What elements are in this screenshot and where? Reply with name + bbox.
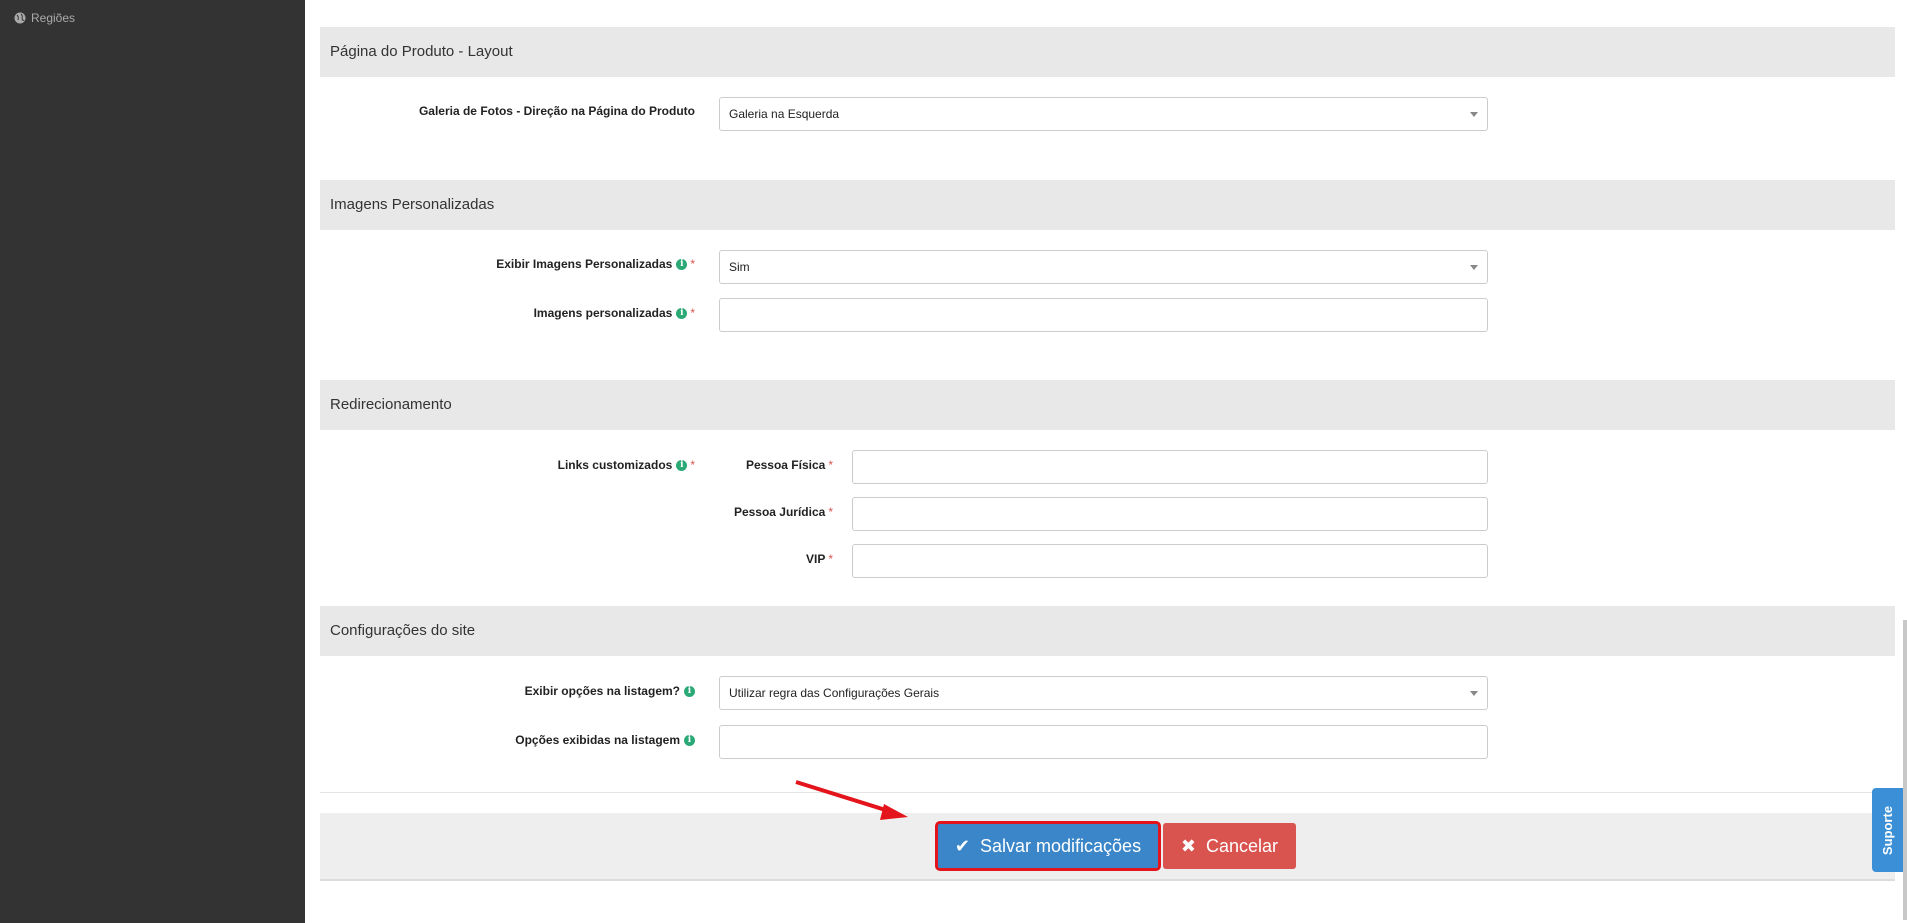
pessoa-juridica-label: Pessoa Jurídica * <box>715 504 833 520</box>
divider <box>320 792 1895 793</box>
show-custom-images-value: Sim <box>729 260 750 274</box>
section-header-product-layout: Página do Produto - Layout <box>320 27 1895 77</box>
required-asterisk: * <box>828 458 833 472</box>
show-custom-images-select[interactable]: Sim <box>719 250 1488 284</box>
info-icon[interactable]: i <box>676 307 688 319</box>
check-icon: ✔ <box>954 835 970 856</box>
options-shown-label: Opções exibidas na listagem i <box>320 732 695 748</box>
options-shown-label-text: Opções exibidas na listagem <box>515 733 680 747</box>
pessoa-juridica-input[interactable] <box>852 497 1488 531</box>
vip-input[interactable] <box>852 544 1488 578</box>
sidebar-item-regioes[interactable]: Regiões <box>14 11 75 25</box>
show-custom-images-label: Exibir Imagens Personalizadas i * <box>320 256 695 272</box>
required-asterisk: * <box>690 257 695 271</box>
cancel-button[interactable]: ✖ Cancelar <box>1163 823 1296 869</box>
pessoa-juridica-label-text: Pessoa Jurídica <box>733 505 826 519</box>
section-header-site-config: Configurações do site <box>320 606 1895 656</box>
chevron-down-icon <box>1470 691 1478 696</box>
save-button[interactable]: ✔ Salvar modificações <box>935 821 1161 871</box>
sidebar-item-label: Regiões <box>31 11 76 25</box>
required-asterisk: * <box>690 458 695 472</box>
show-options-label-text: Exibir opções na listagem? <box>524 684 680 698</box>
scrollbar[interactable] <box>1903 620 1907 920</box>
cancel-button-label: Cancelar <box>1206 835 1279 856</box>
gallery-direction-value: Galeria na Esquerda <box>729 107 840 121</box>
main-content: Página do Produto - Layout Galeria de Fo… <box>305 0 1907 923</box>
show-options-value: Utilizar regra das Configurações Gerais <box>729 686 940 700</box>
section-header-redirect: Redirecionamento <box>320 380 1895 430</box>
options-shown-input[interactable] <box>719 725 1488 759</box>
gallery-direction-label: Galeria de Fotos - Direção na Página do … <box>320 103 695 119</box>
info-icon[interactable]: i <box>684 734 695 746</box>
required-asterisk: * <box>828 505 833 519</box>
show-custom-images-label-text: Exibir Imagens Personalizadas <box>496 257 673 271</box>
chevron-down-icon <box>1470 112 1478 117</box>
save-button-label: Salvar modificações <box>980 835 1142 856</box>
vip-label: VIP * <box>715 551 833 567</box>
show-options-select[interactable]: Utilizar regra das Configurações Gerais <box>719 676 1488 710</box>
pessoa-fisica-input[interactable] <box>852 450 1488 484</box>
pessoa-fisica-label: Pessoa Física * <box>715 457 833 473</box>
chevron-down-icon <box>1470 265 1478 270</box>
support-tab[interactable]: Suporte <box>1872 788 1904 872</box>
show-options-label: Exibir opções na listagem? i <box>320 683 695 699</box>
custom-images-input[interactable] <box>719 298 1488 332</box>
required-asterisk: * <box>828 552 833 566</box>
info-icon[interactable]: i <box>676 258 688 270</box>
vip-label-text: VIP <box>805 552 826 566</box>
gallery-direction-select[interactable]: Galeria na Esquerda <box>719 97 1488 131</box>
support-tab-label: Suporte <box>1880 805 1896 855</box>
gallery-direction-label-text: Galeria de Fotos - Direção na Página do … <box>418 104 695 118</box>
info-icon[interactable]: i <box>684 685 695 697</box>
close-icon: ✖ <box>1180 835 1197 856</box>
required-asterisk: * <box>690 306 695 320</box>
pessoa-fisica-label-text: Pessoa Física <box>745 458 826 472</box>
custom-images-label: Imagens personalizadas i * <box>320 305 695 321</box>
custom-images-label-text: Imagens personalizadas <box>533 306 673 320</box>
form-actions-bar: ✔ Salvar modificações ✖ Cancelar <box>320 813 1895 881</box>
sidebar: Regiões <box>0 0 305 923</box>
custom-links-label: Links customizados i * <box>320 457 695 473</box>
globe-icon <box>14 12 26 24</box>
custom-links-label-text: Links customizados <box>557 458 673 472</box>
section-header-custom-images: Imagens Personalizadas <box>320 180 1895 230</box>
info-icon[interactable]: i <box>676 459 688 471</box>
